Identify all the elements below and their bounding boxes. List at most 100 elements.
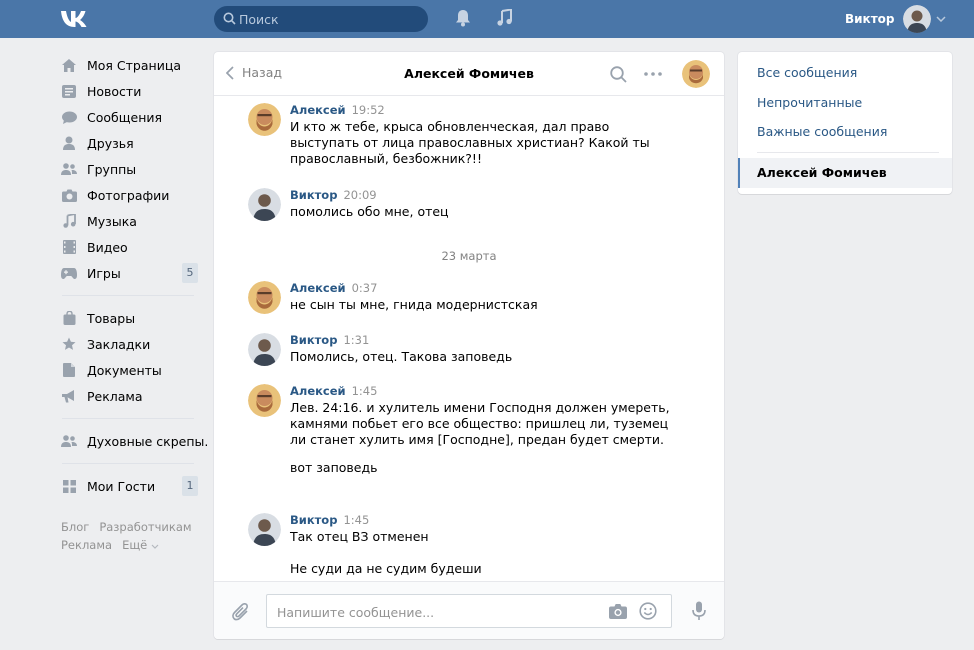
camera-icon[interactable] [609,603,627,619]
alexey-avatar[interactable] [248,384,281,417]
camera-icon [61,187,77,203]
message-author[interactable]: Виктор 1:45 [290,513,369,527]
message-author[interactable]: Алексей 0:37 [290,281,377,295]
top-bar: Виктор [0,0,974,38]
gamepad-icon [61,265,77,281]
nav-label: Видео [87,239,128,255]
nav-my-page[interactable]: Моя Страница [56,52,200,78]
message-author[interactable]: Алексей 19:52 [290,103,385,117]
search-input[interactable] [239,9,419,29]
search-icon [223,12,236,25]
author-name: Алексей [290,281,346,295]
nav-label: Новости [87,83,142,99]
viktor-avatar[interactable] [248,513,281,546]
nav-label: Фотографии [87,187,170,203]
user-menu[interactable]: Виктор [845,4,946,34]
footer-more-label: Ещё [122,538,148,552]
viktor-avatar[interactable] [248,333,281,366]
nav-my-guests[interactable]: Мои Гости 1 [56,473,200,499]
footer-blog-link[interactable]: Блог [61,520,89,534]
nav-music[interactable]: Музыка [56,208,200,234]
nav-bookmarks[interactable]: Закладки [56,331,200,357]
messages-icon [61,109,77,125]
microphone-icon[interactable] [692,601,706,621]
message-body: помолись обо мне, отец [290,204,670,232]
back-button[interactable]: Назад [226,65,282,80]
guests-count-badge: 1 [182,476,198,496]
nav-label: Друзья [87,135,134,151]
nav-label: Игры [87,265,121,281]
left-sidebar: Моя Страница Новости Сообщения Друзья Гр… [56,52,208,499]
nav-divider [62,463,194,464]
nav-games[interactable]: Игры 5 [56,260,200,286]
message-body: Лев. 24:16. и хулитель имени Господня до… [290,400,670,488]
footer-developers-link[interactable]: Разработчикам [99,520,191,534]
chat-header: Алексей Фомичев Назад [214,52,724,96]
nav-photos[interactable]: Фотографии [56,182,200,208]
message-author[interactable]: Виктор 1:31 [290,333,369,347]
footer-links: Блог Разработчикам Реклама Ещё [61,518,201,554]
message-author[interactable]: Алексей 1:45 [290,384,377,398]
message-text: не сын ты мне, гнида модернистская [290,297,538,312]
footer-ads-link[interactable]: Реклама [61,538,112,552]
nav-label: Музыка [87,213,137,229]
message-body: не сын ты мне, гнида модернистская [290,297,670,325]
author-name: Виктор [290,188,338,202]
message-text: Лев. 24:16. и хулитель имени Господня до… [290,400,670,447]
apps-icon [61,478,77,494]
bell-icon[interactable] [455,9,471,30]
author-name: Виктор [290,333,338,347]
author-name: Алексей [290,384,346,398]
message-author[interactable]: Виктор 20:09 [290,188,377,202]
groups-icon [61,161,77,177]
paperclip-icon[interactable] [232,602,250,622]
author-name: Виктор [290,513,338,527]
message-time: 1:45 [351,384,378,398]
nav-group-spiritual[interactable]: Духовные скрепы. [56,428,208,454]
smile-icon[interactable] [639,602,657,620]
nav-label: Документы [87,362,162,378]
message-time: 1:45 [343,513,370,527]
alexey-avatar[interactable] [248,103,281,136]
more-dots-icon[interactable] [644,72,662,76]
nav-label: Сообщения [87,109,163,125]
bag-icon [61,310,77,326]
viktor-avatar[interactable] [248,188,281,221]
nav-divider [62,418,194,419]
chat-panel: Алексей Фомичев Назад Алексей 19:52 И кто… [214,52,724,639]
document-icon [61,362,77,378]
nav-messages[interactable]: Сообщения [56,104,200,130]
vk-logo[interactable] [60,9,92,29]
nav-documents[interactable]: Документы [56,357,200,383]
music-note-icon[interactable] [497,8,513,30]
chevron-down-icon [151,544,159,549]
author-name: Алексей [290,103,346,117]
nav-video[interactable]: Видео [56,234,200,260]
nav-friends[interactable]: Друзья [56,130,200,156]
message-list[interactable]: Алексей 19:52 И кто ж тебе, крыса обновле… [214,97,724,581]
message-text: Так отец ВЗ отменен [290,529,429,544]
nav-news[interactable]: Новости [56,78,200,104]
nav-label: Товары [87,310,136,326]
message-composer [214,581,724,639]
star-icon [61,336,77,352]
filter-unread[interactable]: Непрочитанные [757,95,862,110]
chevron-left-icon [226,65,234,80]
chevron-down-icon [935,16,946,22]
filter-important[interactable]: Важные сообщения [757,124,887,139]
active-dialog-item[interactable]: Алексей Фомичев [738,158,952,188]
message-time: 20:09 [343,188,377,202]
contact-avatar[interactable] [682,60,710,88]
messages-filter-panel: Все сообщения Непрочитанные Важные сообщ… [738,52,952,194]
nav-groups[interactable]: Группы [56,156,200,182]
alexey-avatar[interactable] [248,281,281,314]
search-icon[interactable] [610,66,627,83]
message-input-box[interactable] [266,594,672,628]
footer-more-link[interactable]: Ещё [122,538,159,552]
search-box[interactable] [214,6,428,32]
filter-divider [757,152,939,153]
filter-all-messages[interactable]: Все сообщения [757,65,857,80]
message-input[interactable] [277,603,577,621]
nav-goods[interactable]: Товары [56,305,200,331]
nav-ads[interactable]: Реклама [56,383,200,409]
